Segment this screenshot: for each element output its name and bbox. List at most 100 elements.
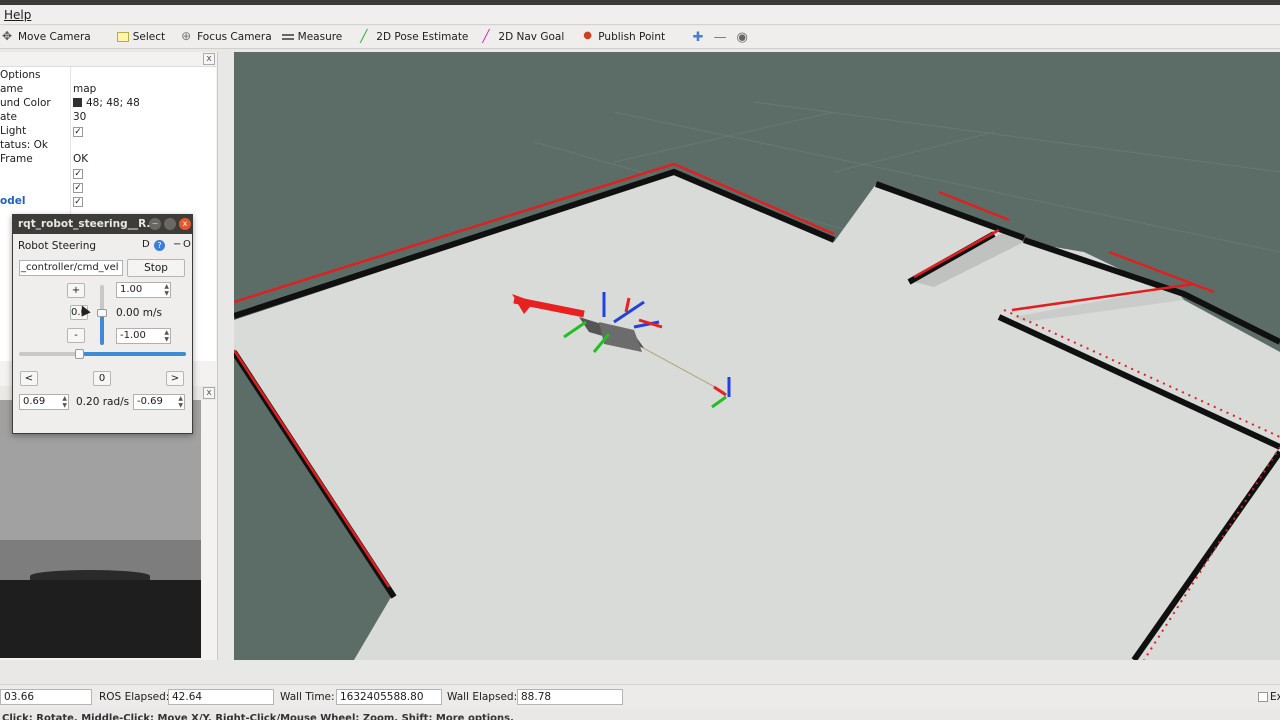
check-icon: ✓ bbox=[73, 127, 83, 137]
ros-time-field[interactable]: 03.66 bbox=[0, 689, 92, 705]
angular-slider-fill bbox=[83, 352, 186, 356]
display-row[interactable]: ✓ bbox=[0, 181, 216, 195]
remove-tool-icon[interactable]: — bbox=[711, 27, 729, 47]
angular-right-button[interactable]: > bbox=[166, 371, 184, 386]
close-icon[interactable]: x bbox=[179, 218, 191, 230]
render-3d-canvas bbox=[234, 101, 1280, 660]
add-tool-icon[interactable]: ✚ bbox=[689, 27, 707, 47]
fixed-frame-value[interactable]: map bbox=[73, 83, 96, 95]
minimize-icon[interactable]: − bbox=[149, 218, 161, 230]
display-row[interactable]: ate 30 bbox=[0, 111, 216, 125]
wall-time-label: Wall Time: bbox=[280, 691, 335, 703]
fixed-frame-status-value: OK bbox=[73, 153, 89, 165]
spin-arrows-icon[interactable]: ▲ ▼ bbox=[164, 283, 169, 297]
camera-close-icon[interactable]: x bbox=[203, 387, 215, 399]
max-angular-spinbox[interactable]: 0.69 ▲ ▼ bbox=[19, 394, 69, 410]
angular-zero-button[interactable]: 0 bbox=[93, 371, 111, 386]
display-enable-checkbox[interactable]: ✓ bbox=[73, 195, 83, 207]
tool-properties-icon[interactable]: ◉ bbox=[733, 27, 751, 47]
displays-close-icon[interactable]: x bbox=[203, 53, 215, 65]
experimental-label: Ex bbox=[1270, 691, 1280, 703]
linear-slider-handle[interactable] bbox=[97, 309, 107, 317]
angular-left-button[interactable]: < bbox=[20, 371, 38, 386]
max-linear-value: 1.00 bbox=[120, 284, 143, 295]
ros-elapsed-field[interactable]: 42.64 bbox=[168, 689, 274, 705]
focus-camera-icon bbox=[181, 29, 193, 43]
linear-velocity-label: 0.00 m/s bbox=[116, 307, 162, 319]
spin-arrows-icon[interactable]: ▲ ▼ bbox=[62, 395, 67, 409]
measure-label: Measure bbox=[297, 31, 343, 43]
topic-input[interactable]: _controller/cmd_vel bbox=[19, 260, 123, 276]
dock-button[interactable]: D bbox=[142, 239, 150, 250]
display-row-key: und Color bbox=[0, 97, 51, 109]
min-linear-spinbox[interactable]: -1.00 ▲ ▼ bbox=[116, 328, 171, 344]
pose-estimate-tool[interactable]: 2D Pose Estimate bbox=[358, 27, 474, 47]
publish-point-icon bbox=[582, 30, 594, 43]
focus-camera-tool[interactable]: Focus Camera bbox=[179, 27, 278, 47]
max-angular-value: 0.69 bbox=[23, 396, 46, 407]
camera-floor bbox=[0, 580, 201, 658]
move-camera-tool[interactable]: Move Camera bbox=[0, 27, 97, 47]
robot-model-display-key: odel bbox=[0, 195, 26, 207]
select-label: Select bbox=[132, 31, 166, 43]
help-icon[interactable]: ? bbox=[154, 240, 165, 251]
display-row[interactable]: tatus: Ok bbox=[0, 139, 216, 153]
wall-time-field[interactable]: 1632405588.80 bbox=[336, 689, 442, 705]
check-icon: ✓ bbox=[73, 197, 83, 207]
display-row-key: ame bbox=[0, 83, 24, 95]
wall-elapsed-field[interactable]: 88.78 bbox=[517, 689, 623, 705]
rviz-window: Help Move Camera Select Focus Camera Mea… bbox=[0, 0, 1280, 720]
display-enable-checkbox[interactable]: ✓ bbox=[73, 167, 83, 179]
display-row[interactable]: ✓ bbox=[0, 167, 216, 181]
display-row-key: tatus: Ok bbox=[0, 139, 49, 151]
move-camera-label: Move Camera bbox=[18, 31, 91, 43]
display-row[interactable]: odel ✓ bbox=[0, 195, 216, 209]
display-row[interactable]: Options bbox=[0, 69, 216, 83]
pose-estimate-label: 2D Pose Estimate bbox=[376, 31, 469, 43]
linear-increase-button[interactable]: + bbox=[67, 283, 85, 298]
min-angular-spinbox[interactable]: -0.69 ▲ ▼ bbox=[133, 394, 185, 410]
linear-decrease-button[interactable]: - bbox=[67, 328, 85, 343]
angular-slider-handle[interactable] bbox=[75, 349, 84, 359]
menu-help[interactable]: Help bbox=[4, 8, 31, 22]
display-row-key: Frame bbox=[0, 153, 33, 165]
nav-goal-icon bbox=[482, 29, 494, 43]
nav-goal-label: 2D Nav Goal bbox=[498, 31, 565, 43]
experimental-checkbox[interactable] bbox=[1258, 692, 1268, 702]
ros-elapsed-label: ROS Elapsed: bbox=[99, 691, 170, 703]
stop-button[interactable]: Stop bbox=[127, 259, 185, 277]
display-enable-checkbox[interactable]: ✓ bbox=[73, 181, 83, 193]
wall-elapsed-label: Wall Elapsed: bbox=[447, 691, 518, 703]
color-swatch-icon bbox=[73, 98, 82, 107]
select-icon bbox=[116, 32, 129, 42]
min-angular-value: -0.69 bbox=[137, 396, 163, 407]
display-row[interactable]: Light ✓ bbox=[0, 125, 216, 139]
light-checkbox[interactable]: ✓ bbox=[73, 125, 83, 137]
display-row[interactable]: und Color 48; 48; 48 bbox=[0, 97, 216, 111]
display-row[interactable]: ame map bbox=[0, 83, 216, 97]
measure-icon bbox=[281, 34, 294, 40]
spin-arrows-icon[interactable]: ▲ ▼ bbox=[164, 329, 169, 343]
menu-bar: Help bbox=[0, 5, 1280, 25]
select-tool[interactable]: Select bbox=[115, 27, 171, 47]
frame-rate-value[interactable]: 30 bbox=[73, 111, 86, 123]
camera-image-view bbox=[0, 400, 201, 658]
background-color-value[interactable]: 48; 48; 48 bbox=[73, 97, 140, 109]
min-linear-value: -1.00 bbox=[120, 330, 146, 341]
maximize-icon[interactable] bbox=[164, 218, 176, 230]
display-row[interactable]: Frame OK bbox=[0, 153, 216, 167]
spin-arrows-icon[interactable]: ▲ ▼ bbox=[178, 395, 183, 409]
focus-camera-label: Focus Camera bbox=[197, 31, 272, 43]
publish-point-tool[interactable]: Publish Point bbox=[580, 27, 671, 47]
background-color-text: 48; 48; 48 bbox=[86, 97, 140, 109]
status-hint: Click: Rotate. Middle-Click: Move X/Y. R… bbox=[0, 709, 1280, 720]
plugin-minimize-button[interactable]: − bbox=[173, 239, 181, 250]
display-row-key: Options bbox=[0, 69, 41, 81]
check-icon: ✓ bbox=[73, 169, 83, 179]
max-linear-spinbox[interactable]: 1.00 ▲ ▼ bbox=[116, 282, 171, 298]
angular-velocity-label: 0.20 rad/s bbox=[76, 396, 130, 408]
plugin-options-button[interactable]: O bbox=[183, 239, 191, 250]
nav-goal-tool[interactable]: 2D Nav Goal bbox=[480, 27, 570, 47]
measure-tool[interactable]: Measure bbox=[280, 27, 349, 47]
render-3d-view[interactable] bbox=[234, 52, 1280, 660]
